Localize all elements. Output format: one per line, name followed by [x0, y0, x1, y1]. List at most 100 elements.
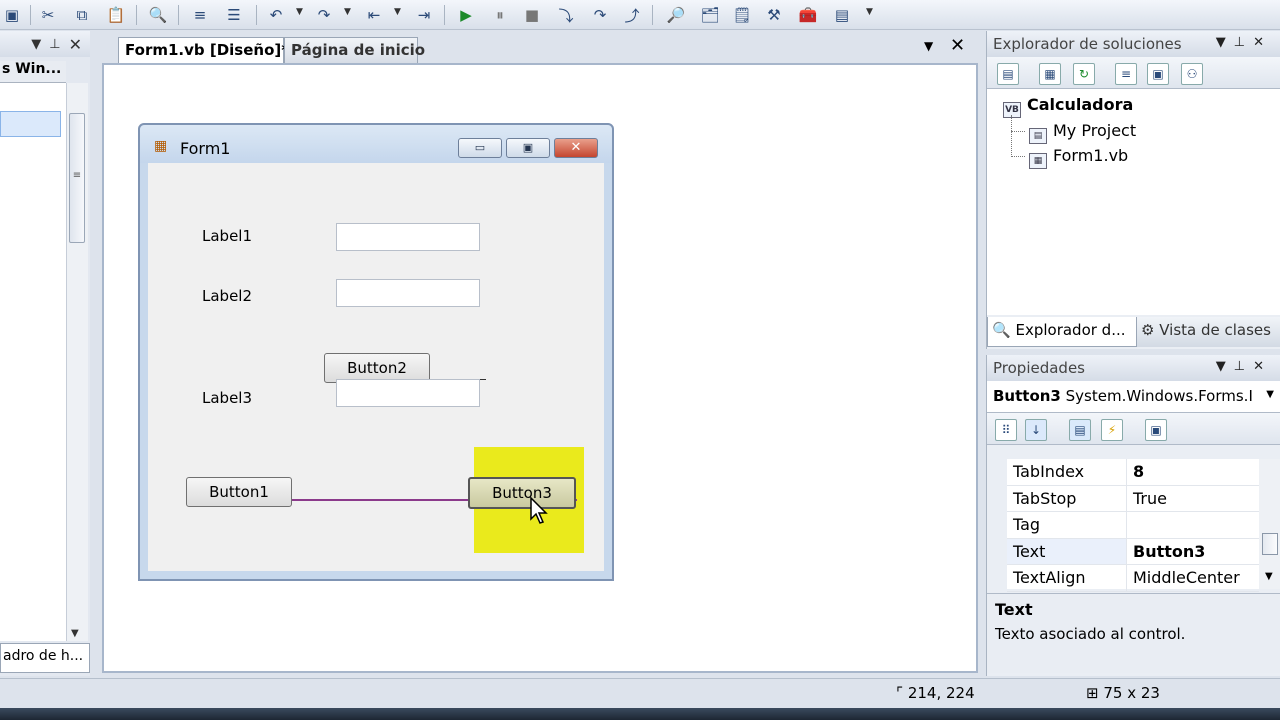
- property-grid-scrollbar[interactable]: ▼: [1259, 459, 1280, 589]
- refresh-icon[interactable]: ↻: [1073, 63, 1095, 85]
- show-all-files-icon[interactable]: ▦: [1039, 63, 1061, 85]
- tree-node-form1[interactable]: ▦ Form1.vb: [1029, 146, 1128, 169]
- categorized-icon[interactable]: ⠿: [995, 419, 1017, 441]
- view-class-diagram-icon[interactable]: ⚇: [1181, 63, 1203, 85]
- property-row[interactable]: TabIndex 8: [1007, 459, 1259, 486]
- toolbox-bottom-tab[interactable]: adro de h...: [0, 643, 90, 673]
- solution-tree: VB Calculadora ▤ My Project ▦ Form1.vb: [987, 89, 1280, 315]
- navigate-forward-icon[interactable]: ⇥: [412, 3, 436, 27]
- undo-icon[interactable]: ↶: [264, 3, 288, 27]
- property-pages-icon[interactable]: ▣: [1145, 419, 1167, 441]
- view-designer-icon[interactable]: ▣: [1147, 63, 1169, 85]
- maximize-button[interactable]: ▣: [506, 138, 550, 158]
- property-row-selected[interactable]: Text Button3: [1007, 538, 1259, 565]
- start-debugging-icon[interactable]: ▶: [454, 3, 478, 27]
- scroll-down-icon[interactable]: ▼: [1265, 571, 1273, 582]
- size-icon: ⊞: [1086, 684, 1099, 702]
- pin-icon[interactable]: ⊥: [49, 37, 60, 52]
- tab-class-view[interactable]: ⚙ Vista de clases: [1137, 317, 1280, 347]
- toolbar-separator: [30, 5, 31, 25]
- mouse-cursor-icon: [530, 497, 548, 524]
- label3[interactable]: Label3: [202, 389, 252, 407]
- toolbox-scrollbar[interactable]: ≡ ▼: [66, 83, 88, 641]
- chevron-down-icon[interactable]: ▼: [1266, 389, 1274, 400]
- redo-dropdown-icon[interactable]: ▼: [344, 7, 351, 17]
- property-row[interactable]: TabStop True: [1007, 485, 1259, 512]
- navigate-back-icon[interactable]: ⇤: [362, 3, 386, 27]
- cut-icon[interactable]: ✂: [36, 3, 60, 27]
- tree-node-project[interactable]: VB Calculadora: [1003, 95, 1133, 118]
- pin-icon[interactable]: ⊥: [1234, 359, 1253, 374]
- toolbox-category[interactable]: s Win...: [0, 61, 66, 83]
- close-icon[interactable]: ✕: [69, 35, 82, 54]
- stop-icon[interactable]: ■: [520, 3, 544, 27]
- textbox2[interactable]: [336, 279, 480, 307]
- find-icon[interactable]: 🔍: [146, 3, 170, 27]
- active-files-dropdown-icon[interactable]: ▼: [924, 39, 933, 53]
- object-browser-icon[interactable]: 🧰: [796, 3, 820, 27]
- my-project-icon: ▤: [1029, 128, 1047, 144]
- navigate-back-dropdown-icon[interactable]: ▼: [394, 7, 401, 17]
- minimize-button[interactable]: ▭: [458, 138, 502, 158]
- description-text: Texto asociado al control.: [995, 625, 1186, 643]
- toolbar-overflow-icon[interactable]: ▼: [866, 7, 873, 17]
- scroll-down-icon[interactable]: ▼: [71, 628, 79, 639]
- view-code-icon[interactable]: ≡: [1115, 63, 1137, 85]
- paste-icon[interactable]: 📋: [104, 3, 128, 27]
- events-icon[interactable]: ⚡: [1101, 419, 1123, 441]
- scrollbar-thumb[interactable]: ≡: [69, 113, 85, 243]
- property-row[interactable]: Tag: [1007, 512, 1259, 539]
- toolbar-separator: [136, 5, 137, 25]
- window-position-icon[interactable]: ▼: [1216, 35, 1234, 50]
- step-over-icon[interactable]: ↷: [588, 3, 612, 27]
- designed-form[interactable]: ▦ Form1 ▭ ▣ ✕ Label1 Label2 Button2 Labe…: [138, 123, 614, 581]
- step-into-icon[interactable]: ⤵: [554, 3, 578, 27]
- close-icon[interactable]: ✕: [1253, 35, 1272, 50]
- form-title-bar[interactable]: ▦ Form1 ▭ ▣ ✕: [140, 125, 612, 163]
- textbox1[interactable]: [336, 223, 480, 251]
- pause-icon[interactable]: ⏸: [488, 3, 512, 27]
- close-document-icon[interactable]: ✕: [950, 35, 965, 56]
- textbox3[interactable]: [336, 379, 480, 407]
- find-in-files-icon[interactable]: 🔎: [664, 3, 688, 27]
- property-row[interactable]: TextAlign MiddleCenter: [1007, 565, 1259, 592]
- window-position-icon[interactable]: ▼: [1216, 359, 1234, 374]
- window-position-icon[interactable]: ▼: [31, 37, 41, 52]
- button1[interactable]: Button1: [186, 477, 292, 507]
- form-designer-surface[interactable]: ▦ Form1 ▭ ▣ ✕ Label1 Label2 Button2 Labe…: [102, 63, 978, 673]
- form-icon: ▦: [154, 138, 168, 154]
- scrollbar-thumb[interactable]: [1262, 533, 1278, 555]
- solution-explorer-icon[interactable]: 🗂: [698, 3, 722, 27]
- close-icon[interactable]: ✕: [1253, 359, 1272, 374]
- properties-view-icon[interactable]: ▤: [1069, 419, 1091, 441]
- comment-icon[interactable]: ≡: [188, 3, 212, 27]
- start-page-icon[interactable]: ▤: [830, 3, 854, 27]
- button3[interactable]: Button3: [468, 477, 576, 509]
- save-all-icon[interactable]: ▣: [0, 3, 24, 27]
- tree-node-my-project[interactable]: ▤ My Project: [1029, 121, 1136, 144]
- step-out-icon[interactable]: ⤴: [620, 3, 644, 27]
- solution-explorer-header: Explorador de soluciones ▼⊥✕: [987, 31, 1280, 57]
- toolbox-selected-item[interactable]: [0, 111, 61, 137]
- tab-start-page[interactable]: Página de inicio: [284, 37, 425, 63]
- pin-icon[interactable]: ⊥: [1234, 35, 1253, 50]
- copy-icon[interactable]: ⧉: [70, 3, 94, 27]
- toolbar-separator: [256, 5, 257, 25]
- object-selector[interactable]: Button3 System.Windows.Forms.I ▼: [987, 381, 1280, 413]
- label2[interactable]: Label2: [202, 287, 252, 305]
- undo-dropdown-icon[interactable]: ▼: [296, 7, 303, 17]
- solution-explorer-title: Explorador de soluciones: [993, 35, 1182, 53]
- tab-solution-explorer[interactable]: 🔍 Explorador d...: [987, 317, 1137, 347]
- properties-icon[interactable]: ▤: [997, 63, 1019, 85]
- form-client-area[interactable]: Label1 Label2 Button2 Label3 Button1 But…: [148, 163, 604, 571]
- uncomment-icon[interactable]: ☰: [222, 3, 246, 27]
- label1[interactable]: Label1: [202, 227, 252, 245]
- tree-line: [1011, 115, 1012, 157]
- properties-window-icon[interactable]: 🗒: [730, 3, 754, 27]
- alphabetical-icon[interactable]: ↓: [1025, 419, 1047, 441]
- redo-icon[interactable]: ↷: [312, 3, 336, 27]
- taskbar: [0, 708, 1280, 720]
- toolbox-icon[interactable]: ⚒: [762, 3, 786, 27]
- tab-form1-design[interactable]: Form1.vb [Diseño]*: [118, 37, 289, 63]
- close-button[interactable]: ✕: [554, 138, 598, 158]
